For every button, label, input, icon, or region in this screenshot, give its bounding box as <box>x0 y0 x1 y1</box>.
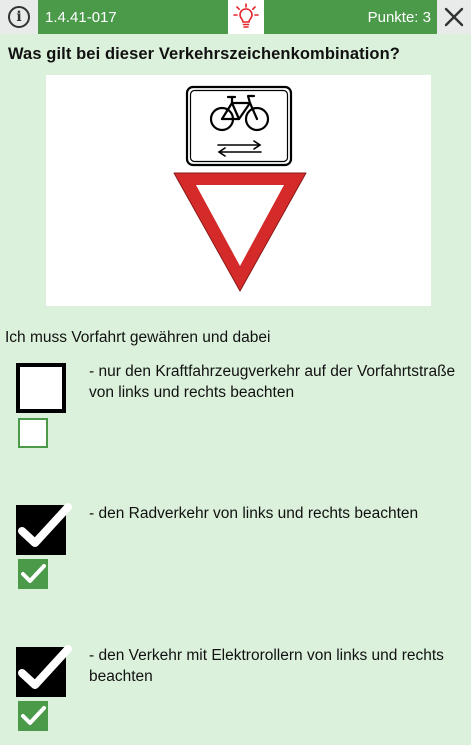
bicycle-sign <box>185 85 293 167</box>
points-label: Punkte: 3 <box>264 0 437 34</box>
checkmark-icon <box>18 645 72 689</box>
close-button[interactable] <box>437 0 471 34</box>
yield-sign <box>173 172 307 292</box>
top-bar: i 1.4.41-017 Punkte: 3 <box>0 0 471 34</box>
answer-checkbox-3[interactable] <box>16 645 72 697</box>
solution-checkbox-3 <box>18 701 48 731</box>
checkmark-icon <box>21 564 46 583</box>
lightbulb-icon <box>233 3 259 28</box>
answer-text-1: - nur den Kraftfahrzeugverkehr auf der V… <box>89 363 456 401</box>
answer-text-3: - den Verkehr mit Elektrorollern von lin… <box>89 647 444 685</box>
answer-checkbox-2[interactable] <box>16 503 72 555</box>
hint-button[interactable] <box>228 0 264 34</box>
question-id: 1.4.41-017 <box>38 0 228 34</box>
checkmark-icon <box>21 706 46 725</box>
info-icon: i <box>8 6 30 28</box>
info-button[interactable]: i <box>0 0 38 34</box>
checkmark-icon <box>18 503 72 547</box>
solution-checkbox-2 <box>18 559 48 589</box>
sign-image <box>46 75 431 306</box>
solution-checkbox-1 <box>18 418 48 448</box>
close-icon <box>444 7 464 27</box>
question-text: Was gilt bei dieser Verkehrszeichenkombi… <box>8 45 400 63</box>
answer-intro: Ich muss Vorfahrt gewähren und dabei <box>5 329 271 346</box>
answer-text-2: - den Radverkehr von links und rechts be… <box>89 505 419 522</box>
answer-checkbox-1[interactable] <box>16 363 66 413</box>
